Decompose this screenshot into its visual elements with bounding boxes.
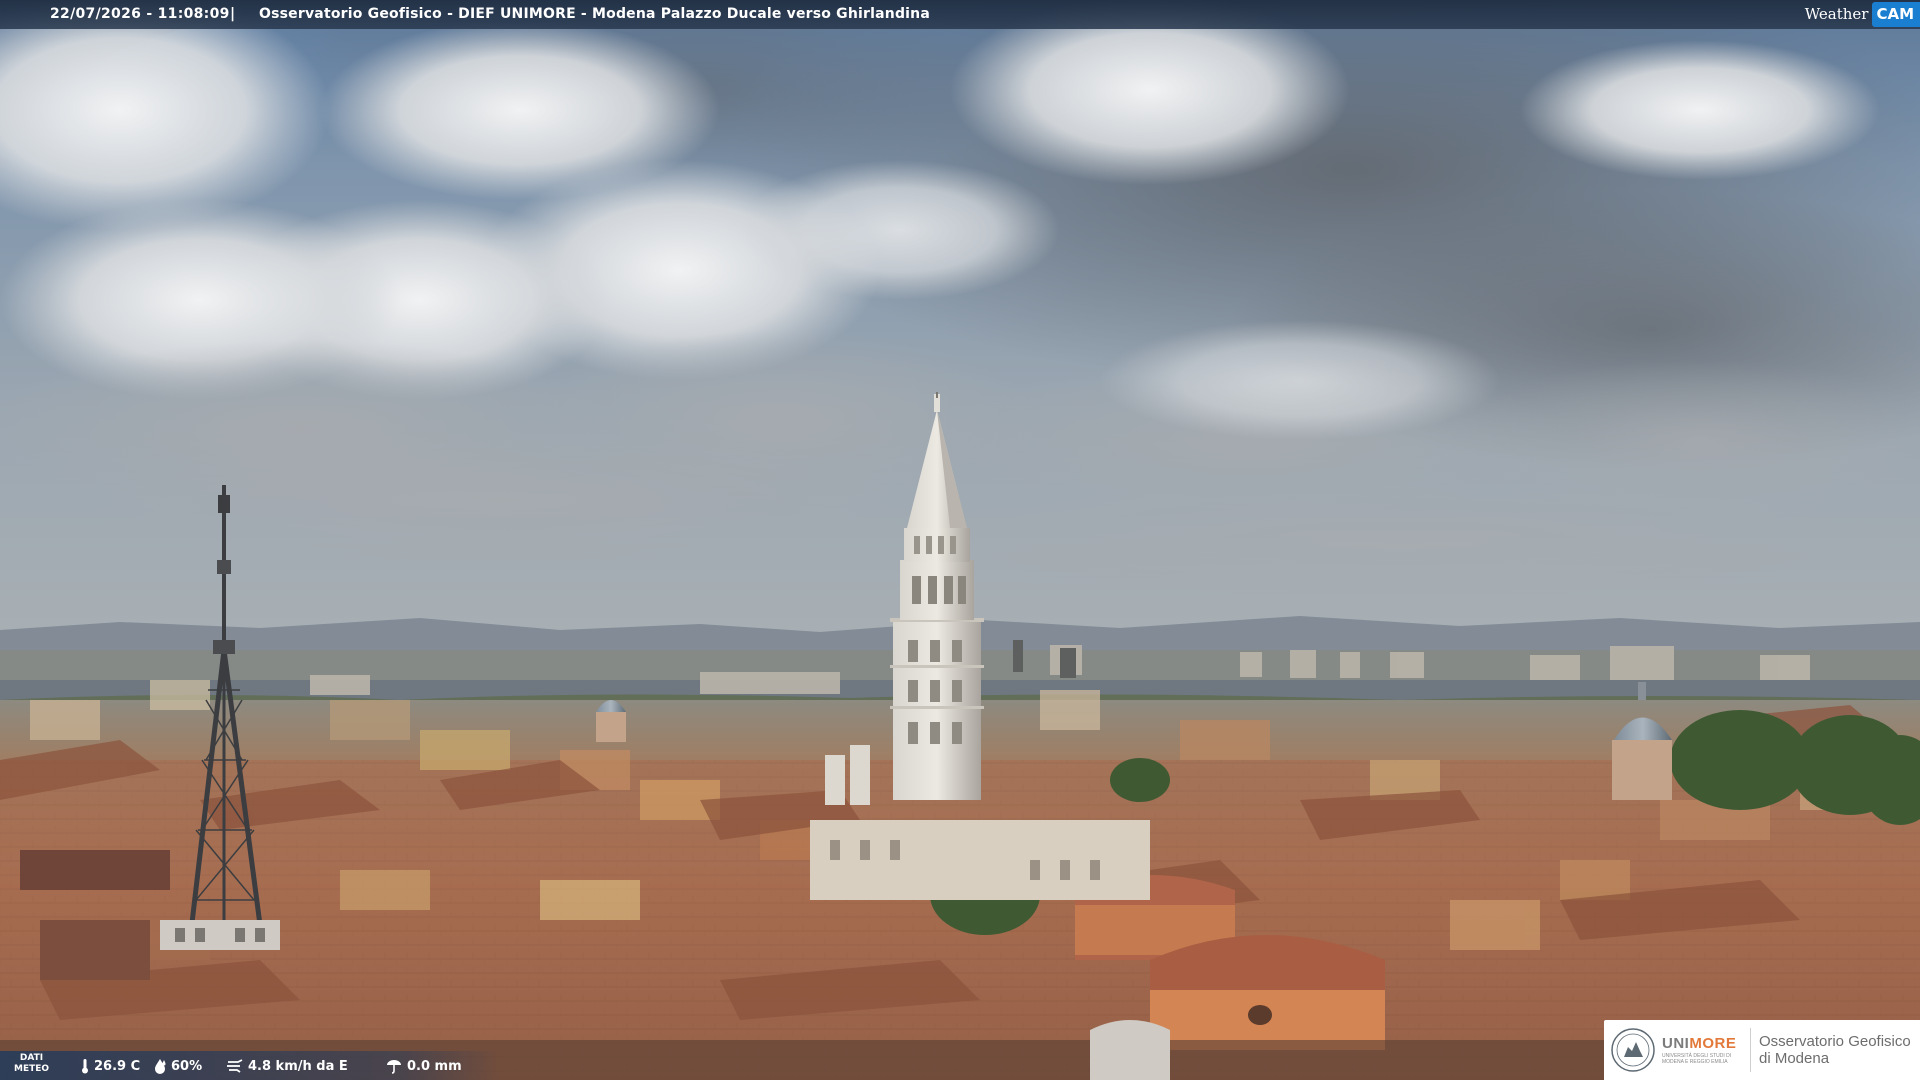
weather-data-label: DATI METEO bbox=[14, 1053, 50, 1074]
university-full-name: UNIVERSITÀ DEGLI STUDI DI MODENA E REGGI… bbox=[1662, 1052, 1732, 1065]
unimore-logo: UNIMORE UNIVERSITÀ DEGLI STUDI DI MODENA… bbox=[1604, 1020, 1920, 1080]
timestamp: 22/07/2026 - 11:08:09 bbox=[50, 6, 230, 22]
separator: | bbox=[230, 6, 236, 22]
unimore-wordmark: UNIMORE bbox=[1662, 1034, 1737, 1052]
weather-data-bar: DATI METEO 26.9 C 60% 4.8 km/h da E 0.0 … bbox=[0, 1051, 500, 1080]
location-caption: Osservatorio Geofisico - DIEF UNIMORE - … bbox=[259, 6, 930, 22]
logo-divider bbox=[1750, 1028, 1751, 1072]
temperature-value: 26.9 C bbox=[94, 1058, 141, 1074]
webcam-image bbox=[0, 0, 1920, 1080]
wind-reading: 4.8 km/h da E bbox=[226, 1058, 348, 1074]
temperature-reading: 26.9 C bbox=[80, 1058, 140, 1074]
humidity-value: 60% bbox=[171, 1058, 203, 1074]
brand-cam-badge: CAM bbox=[1872, 2, 1920, 27]
university-seal-icon bbox=[1611, 1028, 1655, 1072]
observatory-name: Osservatorio Geofisico di Modena bbox=[1759, 1033, 1911, 1067]
wind-value: 4.8 km/h da E bbox=[248, 1058, 348, 1074]
rain-value: 0.0 mm bbox=[407, 1058, 462, 1074]
wind-icon bbox=[227, 1059, 243, 1073]
top-info-bar: 22/07/2026 - 11:08:09 | Osservatorio Geo… bbox=[0, 0, 1920, 29]
weathercam-logo: Weather CAM bbox=[1805, 0, 1920, 29]
humidity-reading: 60% bbox=[153, 1058, 202, 1074]
humidity-icon bbox=[155, 1059, 166, 1074]
webcam-frame: 22/07/2026 - 11:08:09 | Osservatorio Geo… bbox=[0, 0, 1920, 1080]
brand-weather-text: Weather bbox=[1804, 5, 1869, 23]
thermometer-icon bbox=[82, 1059, 88, 1074]
rain-gauge-icon bbox=[387, 1060, 401, 1074]
rain-reading: 0.0 mm bbox=[385, 1058, 462, 1074]
